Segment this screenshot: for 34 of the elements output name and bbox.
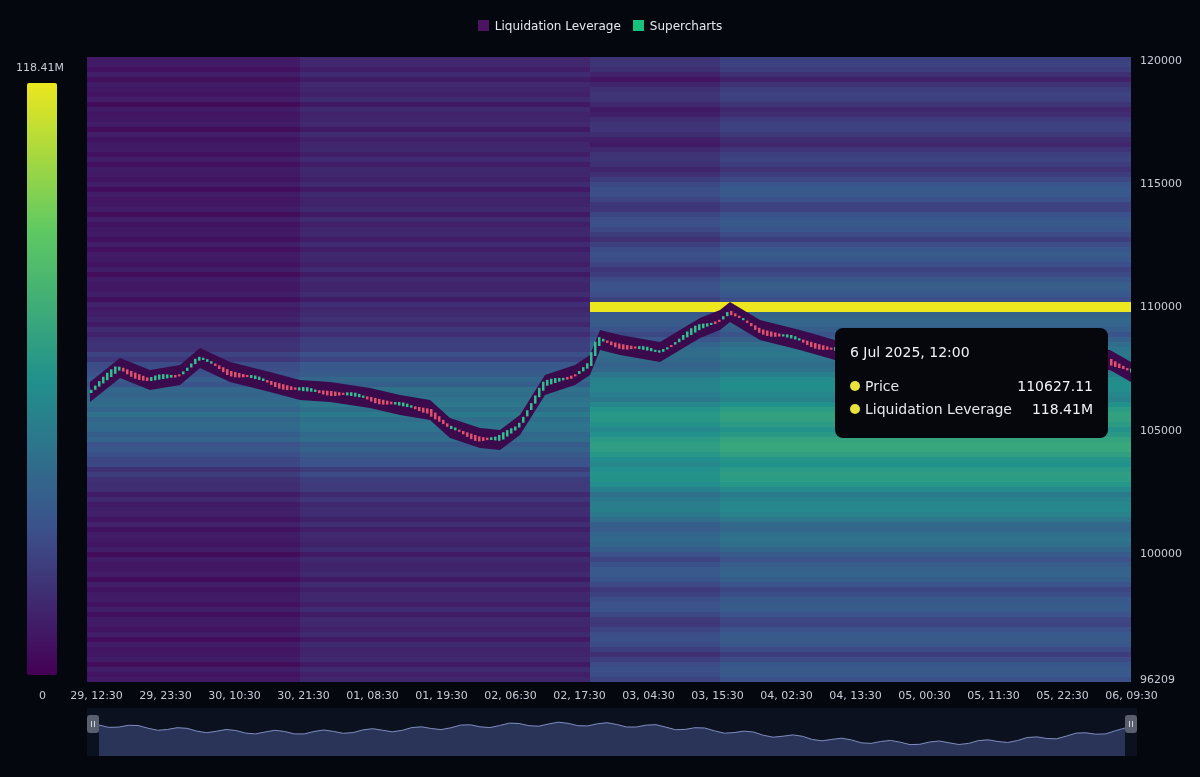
x-axis-label: 29, 12:30 — [69, 688, 124, 702]
legend-label[interactable]: Supercharts — [649, 18, 723, 33]
scale-min-label: 0 — [38, 688, 47, 702]
x-axis-label: 05, 11:30 — [966, 688, 1021, 702]
tooltip-value: 118.41M — [1031, 400, 1093, 417]
y-axis-label: 96209 — [1140, 673, 1176, 686]
tooltip-title: 6 Jul 2025, 12:00 — [850, 344, 971, 360]
tooltip-label: Liquidation Leverage — [865, 400, 1013, 417]
tooltip-label: Price — [865, 377, 901, 394]
scale-max-label: 118.41M — [16, 61, 64, 74]
x-axis-label: 01, 19:30 — [414, 688, 469, 702]
drag-handle-icon[interactable] — [1125, 715, 1137, 733]
x-axis-label: 02, 17:30 — [552, 688, 607, 702]
y-axis-label: 110000 — [1140, 303, 1183, 316]
x-axis-label: 02, 06:30 — [483, 688, 538, 702]
tooltip-value: 110627.11 — [1017, 377, 1093, 394]
x-axis-label: 30, 10:30 — [207, 688, 262, 702]
x-axis-label: 03, 15:30 — [690, 688, 745, 702]
y-axis-label: 100000 — [1140, 549, 1183, 562]
x-axis-label: 04, 02:30 — [759, 688, 814, 702]
y-axis-label: 115000 — [1140, 180, 1183, 193]
x-axis-label: 05, 22:30 — [1035, 688, 1090, 702]
legend-label[interactable]: Liquidation Leverage — [494, 18, 621, 33]
x-axis-label: 01, 08:30 — [345, 688, 400, 702]
x-axis-label: 05, 00:30 — [897, 688, 952, 702]
x-axis-label: 06, 09:30 — [1104, 688, 1159, 702]
x-axis-label: 03, 04:30 — [621, 688, 676, 702]
x-axis-label: 29, 23:30 — [138, 688, 193, 702]
x-axis-label: 30, 21:30 — [276, 688, 331, 702]
y-axis-label: 105000 — [1140, 426, 1183, 439]
x-axis-label: 04, 13:30 — [828, 688, 883, 702]
drag-handle-icon[interactable] — [87, 715, 99, 733]
y-axis-label: 120000 — [1140, 57, 1183, 69]
range-navigator[interactable] — [87, 708, 1137, 756]
